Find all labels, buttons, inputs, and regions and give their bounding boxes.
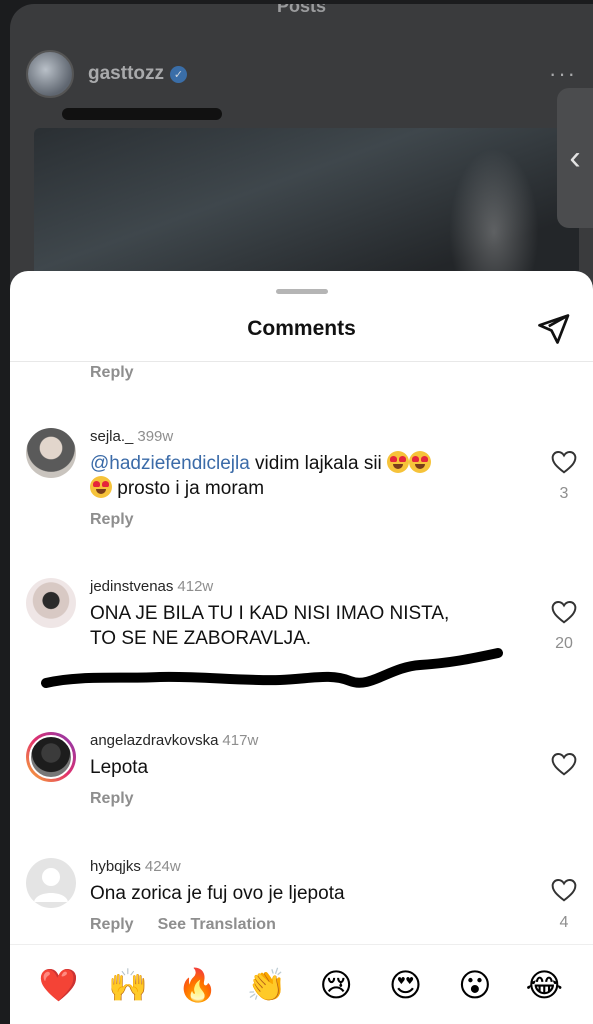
post-header: gasttozz ✓ ···	[26, 48, 577, 100]
like-heart-icon[interactable]	[551, 878, 577, 902]
comment-timestamp: 417w	[222, 732, 259, 749]
sheet-title: Comments	[247, 317, 356, 340]
avatar[interactable]	[26, 858, 76, 908]
heart-eyes-emoji-icon	[409, 451, 432, 473]
comment-timestamp: 424w	[144, 858, 181, 875]
raising-hands-reaction-icon[interactable]: 🙌	[108, 965, 148, 1005]
share-send-icon[interactable]	[535, 311, 571, 347]
heart-eyes-reaction-icon[interactable]: 😍	[386, 965, 426, 1005]
like-heart-icon[interactable]	[551, 600, 577, 624]
post-author-username[interactable]: gasttozz	[88, 63, 164, 85]
like-heart-icon[interactable]	[551, 450, 577, 474]
more-options-icon[interactable]: ···	[549, 61, 577, 87]
post-author-avatar[interactable]	[26, 50, 74, 98]
post-image	[34, 128, 579, 288]
avatar[interactable]	[26, 428, 76, 478]
comment-text: @hadziefendiclejla vidim lajkala sii pro…	[90, 451, 517, 501]
comment-text: Lepota	[90, 757, 149, 778]
like-heart-icon[interactable]	[551, 752, 577, 776]
post-image-sparkle	[449, 148, 539, 288]
crying-face-reaction-icon[interactable]: 😢	[316, 965, 356, 1005]
comment-timestamp: 412w	[177, 578, 214, 595]
verified-badge-icon: ✓	[170, 65, 187, 83]
avatar[interactable]	[26, 732, 76, 782]
see-translation-button[interactable]: See Translation	[158, 916, 276, 934]
like-count: 20	[555, 635, 573, 652]
comment-username[interactable]: hybqjks	[90, 858, 141, 875]
like-count: 4	[559, 914, 569, 931]
comment-text-part: vidim lajkala sii	[249, 453, 382, 474]
astonished-face-reaction-icon[interactable]: 😮	[455, 965, 495, 1005]
avatar[interactable]	[26, 578, 76, 628]
clapping-hands-reaction-icon[interactable]: 👏	[247, 965, 287, 1005]
redaction-bar	[62, 108, 222, 120]
quick-reactions-bar: ❤️ 🙌 🔥 👏 😢 😍 😮 😂	[10, 944, 593, 1024]
reply-button[interactable]: Reply	[90, 511, 134, 529]
comments-sheet: Comments Reply sejla._ 399w @hadziefendic…	[10, 271, 593, 1024]
tears-of-joy-reaction-icon[interactable]: 😂	[524, 965, 564, 1005]
default-avatar-icon	[34, 868, 68, 902]
side-panel-tab[interactable]: ‹	[557, 88, 593, 228]
fire-reaction-icon[interactable]: 🔥	[177, 965, 218, 1005]
comment-username[interactable]: jedinstvenas	[90, 578, 173, 595]
red-heart-reaction-icon[interactable]: ❤️	[39, 965, 79, 1005]
reply-button[interactable]: Reply	[90, 790, 134, 808]
sheet-divider	[10, 361, 593, 362]
comment-text: Ona zorica je fuj ovo je ljepota	[90, 883, 345, 904]
heart-eyes-emoji-icon	[90, 476, 112, 498]
comment-text-part: prosto i ja moram	[112, 478, 265, 499]
comment-timestamp: 399w	[137, 428, 174, 445]
sheet-grabber-handle[interactable]	[275, 289, 328, 294]
reply-button[interactable]: Reply	[90, 364, 134, 382]
heart-eyes-emoji-icon	[387, 451, 410, 473]
comment-username[interactable]: angelazdravkovska	[90, 732, 218, 749]
reply-button[interactable]: Reply	[90, 916, 134, 934]
chevron-left-icon: ‹	[569, 138, 581, 177]
mention-link[interactable]: @hadziefendiclejla	[90, 453, 250, 474]
like-count: 3	[559, 485, 569, 502]
comment-username[interactable]: sejla._	[90, 428, 133, 445]
screen-title: Posts	[276, 4, 327, 16]
redaction-scribble	[41, 648, 503, 688]
